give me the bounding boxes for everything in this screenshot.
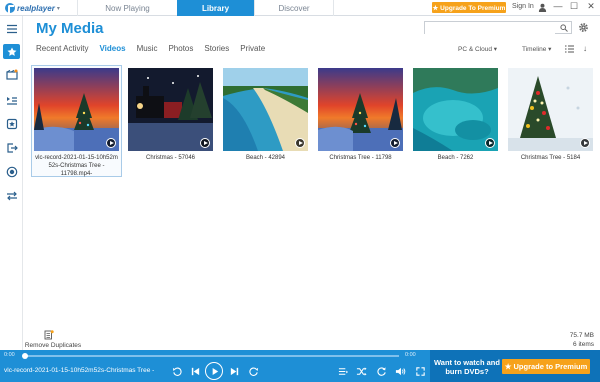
- tab-now-playing[interactable]: Now Playing: [77, 0, 177, 16]
- search-box[interactable]: [424, 21, 572, 39]
- search-input[interactable]: [425, 28, 555, 39]
- thumbnail: [128, 68, 213, 151]
- thumbnail: [223, 68, 308, 151]
- transfer-icon[interactable]: [4, 189, 19, 202]
- forward-30-icon[interactable]: [246, 364, 260, 378]
- progress-bar[interactable]: [24, 355, 399, 357]
- source-filter-dropdown[interactable]: PC & Cloud ▾: [458, 45, 497, 53]
- promo-text: Want to watch and burn DVDs?: [434, 358, 500, 376]
- close-button[interactable]: ✕: [585, 1, 597, 12]
- total-time: 0:00: [405, 352, 416, 358]
- view-filter-dropdown[interactable]: Timeline ▾: [522, 45, 551, 53]
- nav-photos[interactable]: Photos: [168, 44, 193, 56]
- menu-icon[interactable]: [4, 22, 19, 35]
- play-icon[interactable]: [390, 138, 400, 148]
- media-caption: Beach - 42894: [245, 155, 286, 161]
- shuffle-icon[interactable]: [354, 364, 368, 378]
- rewind-10-icon[interactable]: [170, 364, 184, 378]
- media-item[interactable]: Christmas Tree - 11798: [318, 68, 403, 161]
- remove-duplicates-button[interactable]: Remove Duplicates: [24, 342, 82, 349]
- chevron-down-icon: ▾: [56, 5, 60, 12]
- user-icon[interactable]: [538, 3, 547, 12]
- next-icon[interactable]: [227, 364, 241, 378]
- chevron-down-icon: ▾: [548, 46, 552, 53]
- elapsed-time: 0:00: [4, 352, 15, 358]
- maximize-button[interactable]: ☐: [568, 1, 580, 12]
- library-size: 75.7 MB: [569, 332, 594, 339]
- minimize-button[interactable]: —: [552, 1, 564, 11]
- tab-library[interactable]: Library: [177, 0, 254, 16]
- sort-arrow-icon[interactable]: ↓: [583, 44, 587, 53]
- play-icon[interactable]: [295, 138, 305, 148]
- previous-icon[interactable]: [188, 364, 202, 378]
- source-filter-value: PC & Cloud: [458, 46, 492, 53]
- nav-private[interactable]: Private: [240, 44, 265, 56]
- nav-videos[interactable]: Videos: [99, 44, 125, 56]
- volume-icon[interactable]: [393, 364, 407, 378]
- nav-music[interactable]: Music: [137, 44, 158, 56]
- media-item[interactable]: Christmas Tree - 5184: [508, 68, 593, 161]
- play-icon[interactable]: [106, 138, 116, 148]
- thumbnail: [34, 68, 119, 151]
- thumbnail: [413, 68, 498, 151]
- play-button[interactable]: [205, 362, 223, 380]
- video-icon[interactable]: [4, 68, 19, 81]
- media-caption: Christmas Tree - 5184: [520, 155, 581, 161]
- page-title: My Media: [36, 20, 104, 37]
- app-logo[interactable]: realplayer ▾: [5, 2, 60, 14]
- stories-icon[interactable]: [4, 117, 19, 130]
- sidebar: [0, 16, 23, 350]
- view-filter-value: Timeline: [522, 46, 547, 53]
- thumbnail: [508, 68, 593, 151]
- now-playing-title: vlc-record-2021-01-15-10h52m52s-Christma…: [4, 367, 155, 374]
- media-item[interactable]: Beach - 7262: [413, 68, 498, 161]
- nav-stories[interactable]: Stories: [204, 44, 229, 56]
- play-icon[interactable]: [580, 138, 590, 148]
- home-icon[interactable]: [3, 44, 20, 59]
- realplayer-logo-icon: [5, 3, 15, 13]
- remove-duplicates-icon[interactable]: [44, 330, 54, 340]
- play-icon[interactable]: [485, 138, 495, 148]
- upgrade-premium-bottom-button[interactable]: ★ Upgrade to Premium: [502, 359, 590, 374]
- media-caption: Christmas - 57046: [145, 155, 196, 161]
- playlist-toggle-icon[interactable]: [336, 364, 350, 378]
- search-icon[interactable]: [560, 24, 568, 32]
- media-item[interactable]: Christmas - 57046: [128, 68, 213, 161]
- upgrade-premium-button[interactable]: ★ Upgrade To Premium: [432, 2, 506, 13]
- chevron-down-icon: ▾: [493, 46, 498, 53]
- fullscreen-icon[interactable]: [413, 364, 427, 378]
- repeat-icon[interactable]: [374, 364, 388, 378]
- playlist-icon[interactable]: [4, 94, 19, 107]
- logo-text: realplayer: [17, 3, 55, 13]
- media-caption: vlc-record-2021-01-15-10h52m 52s-Christm…: [35, 155, 118, 177]
- record-icon[interactable]: [4, 165, 19, 178]
- tab-discover[interactable]: Discover: [254, 0, 334, 16]
- sign-in-link[interactable]: Sign In: [512, 3, 534, 10]
- gear-icon[interactable]: [578, 22, 589, 33]
- play-icon[interactable]: [200, 138, 210, 148]
- media-item[interactable]: vlc-record-2021-01-15-10h52m 52s-Christm…: [34, 68, 119, 177]
- item-count: 6 items: [573, 341, 594, 348]
- media-caption: Christmas Tree - 11798: [329, 155, 392, 161]
- exit-icon[interactable]: [4, 141, 19, 154]
- top-bar: realplayer ▾ Now Playing Library Discove…: [0, 0, 600, 16]
- list-view-icon[interactable]: [565, 45, 574, 53]
- thumbnail: [318, 68, 403, 151]
- media-type-nav: Recent Activity Videos Music Photos Stor…: [36, 44, 276, 56]
- media-item[interactable]: Beach - 42894: [223, 68, 308, 161]
- progress-handle[interactable]: [22, 353, 28, 359]
- nav-recent-activity[interactable]: Recent Activity: [36, 44, 88, 56]
- media-caption: Beach - 7262: [437, 155, 474, 161]
